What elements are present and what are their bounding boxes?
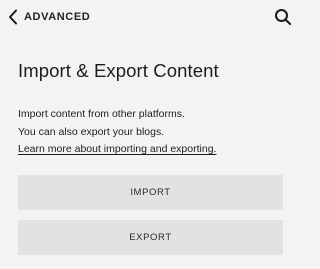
page-title: Import & Export Content — [18, 60, 219, 81]
search-icon — [274, 8, 292, 26]
import-button[interactable]: IMPORT — [18, 175, 283, 210]
import-export-panel: ADVANCED Import & Export Content Import … — [0, 0, 300, 269]
back-button[interactable]: ADVANCED — [8, 8, 90, 26]
description-line-2: You can also export your blogs. — [18, 126, 165, 138]
back-label: ADVANCED — [24, 11, 91, 23]
description-line-1: Import content from other platforms. — [18, 108, 185, 120]
search-button[interactable] — [274, 8, 292, 26]
chevron-left-icon — [8, 9, 18, 25]
top-bar: ADVANCED — [0, 0, 300, 34]
learn-more-link[interactable]: Learn more about importing and exporting… — [18, 143, 216, 155]
export-button[interactable]: EXPORT — [18, 220, 283, 255]
